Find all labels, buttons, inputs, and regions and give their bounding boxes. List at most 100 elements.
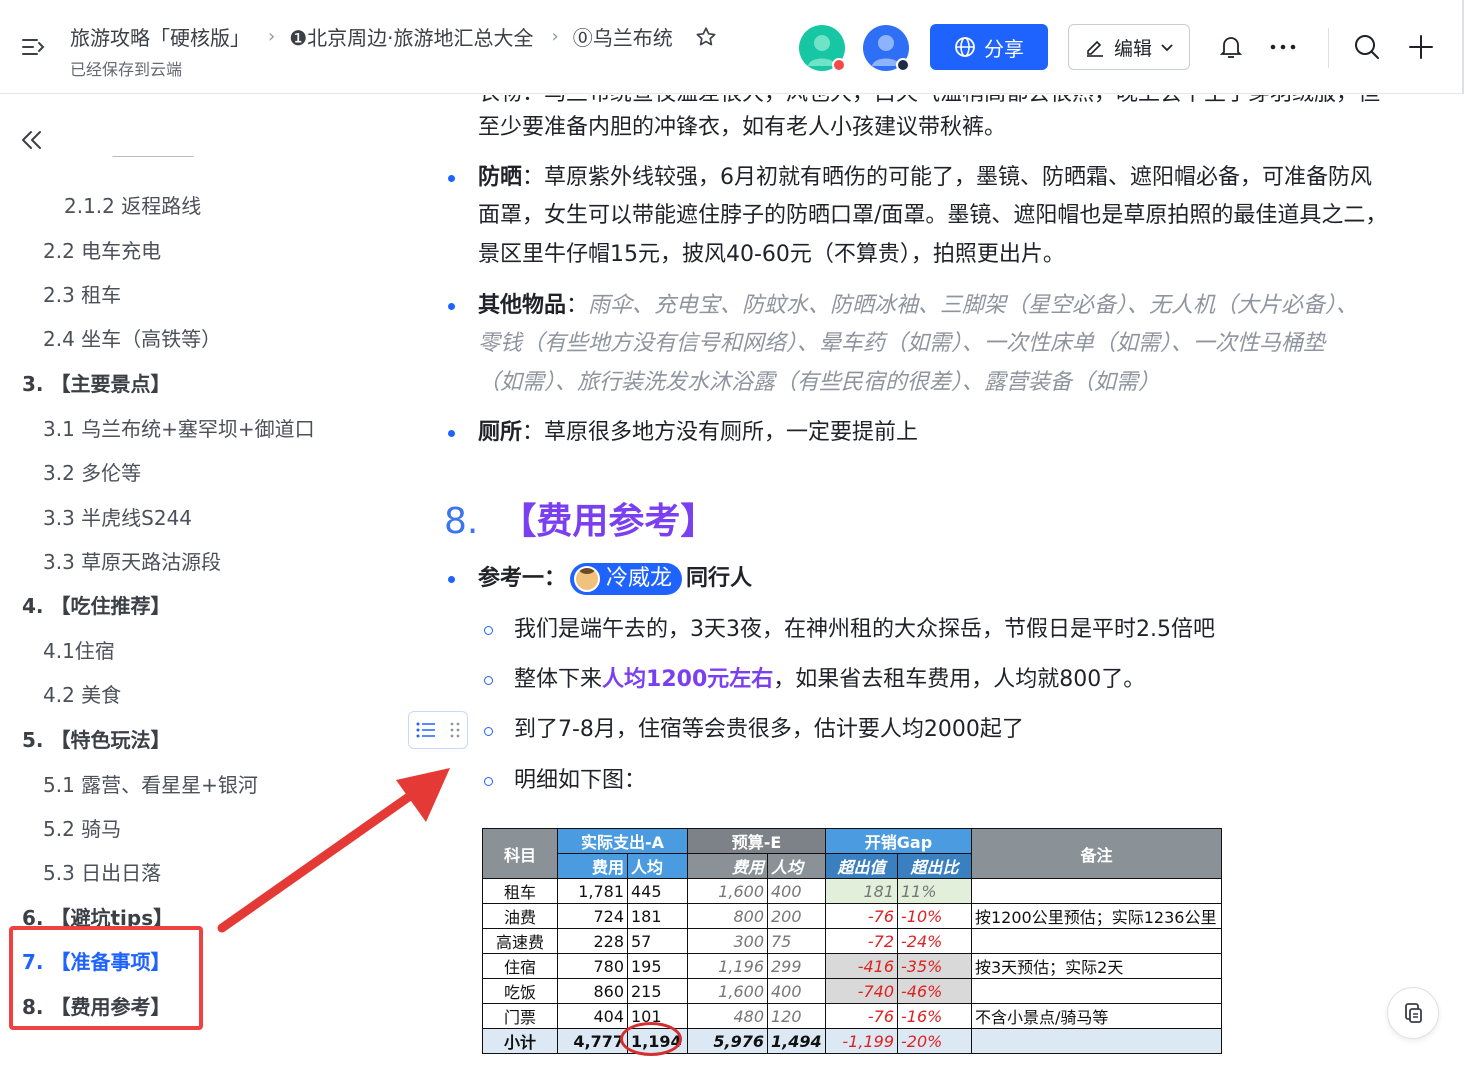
table-cell: 吃饭: [482, 978, 558, 1004]
table-cell: 181: [627, 903, 688, 929]
bullet-dot: [448, 303, 455, 310]
plus-icon[interactable]: [1406, 32, 1436, 62]
breadcrumb-item[interactable]: 旅游攻略「硬核版」: [70, 22, 250, 51]
breadcrumb: 旅游攻略「硬核版」 › ❶北京周边·旅游地汇总大全 › ⓪乌兰布统: [70, 22, 717, 51]
toc-item[interactable]: 2.1.2 返程路线: [64, 190, 201, 219]
table-cell: 租车: [482, 878, 558, 904]
toc-item[interactable]: 2.2 电车充电: [43, 235, 161, 264]
sub-bullet: [484, 727, 493, 736]
table-cell: -46%: [897, 978, 972, 1004]
table-header: 超出值: [825, 853, 898, 879]
more-icon[interactable]: [1268, 32, 1298, 62]
paragraph-line: 其他物品：雨伞、充电宝、防蚊水、防晒冰袖、三脚架（星空必备）、无人机（大片必备）…: [478, 293, 1359, 318]
cost-table-image: 科目 实际支出-A 预算-E 开销Gap 备注 费用 人均 费用 人均 超出值 …: [482, 828, 1222, 1054]
table-cell: 445: [627, 878, 688, 904]
bell-icon[interactable]: [1216, 32, 1246, 62]
chevron-right-icon: ›: [551, 26, 559, 47]
table-cell: 300: [687, 928, 768, 954]
toc-clipped-item: [112, 156, 194, 166]
paragraph-line: 零钱（有些地方没有信号和网络）、晕车药（如需）、一次性床单（如需）、一次性马桶垫: [478, 331, 1326, 356]
table-cell: 小计: [482, 1028, 558, 1054]
table-cell: 195: [627, 953, 688, 979]
toc-item[interactable]: 2.3 租车: [43, 279, 121, 308]
menu-icon[interactable]: [20, 34, 46, 60]
breadcrumb-item[interactable]: ❶北京周边·旅游地汇总大全: [289, 22, 533, 51]
table-header: 费用: [687, 853, 768, 879]
table-cell: 11%: [897, 878, 972, 904]
table-header: 超出比: [897, 853, 972, 879]
table-cell: -416: [825, 953, 898, 979]
table-cell: 57: [627, 928, 688, 954]
red-arrow-annotation: [217, 768, 450, 933]
toc-item[interactable]: 4. 【吃住推荐】: [22, 590, 170, 619]
chevron-right-icon: ›: [268, 26, 276, 47]
table-cell: 1,196: [687, 953, 768, 979]
table-cell: -76: [825, 1003, 898, 1029]
toc-item[interactable]: 4.1住宿: [43, 635, 115, 664]
table-header: 人均: [767, 853, 826, 879]
copy-button[interactable]: [1387, 987, 1439, 1039]
avatar[interactable]: [798, 24, 846, 72]
toc-item[interactable]: 2.4 坐车（高铁等）: [43, 323, 221, 352]
bullet-dot: [448, 576, 455, 583]
table-cell: 1,600: [687, 878, 768, 904]
table-cell: 5,976: [687, 1028, 768, 1054]
table-cell: 1,781: [557, 878, 628, 904]
toc-item[interactable]: 3.3 草原天路沽源段: [43, 546, 221, 575]
table-cell: 299: [767, 953, 826, 979]
table-cell: 120: [767, 1003, 826, 1029]
bullet-dot: [448, 175, 455, 182]
table-header: 科目: [482, 828, 558, 879]
table-cell: -740: [825, 978, 898, 1004]
table-cell: 门票: [482, 1003, 558, 1029]
table-cell: -35%: [897, 953, 972, 979]
search-icon[interactable]: [1352, 32, 1382, 62]
table-row: 吃饭 860 215 1,600 400 -740 -46%: [482, 978, 1222, 1004]
toc-item[interactable]: 3. 【主要景点】: [22, 368, 170, 397]
paragraph-line: 明细如下图：: [514, 768, 647, 793]
toc-item[interactable]: 5.3 日出日落: [43, 857, 161, 886]
table-header: 人均: [627, 853, 688, 879]
toc-item[interactable]: 5.2 骑马: [43, 813, 121, 842]
collapse-sidebar-icon[interactable]: [18, 126, 46, 154]
toc-item[interactable]: 3.3 半虎线S244: [43, 502, 192, 531]
edit-button[interactable]: 编辑: [1068, 24, 1190, 70]
paragraph-line: 面罩，女生可以带能遮住脖子的防晒口罩/面罩。墨镜、遮阳帽也是草原拍照的最佳道具之…: [478, 203, 1388, 228]
paragraph-line: （如需）、旅行装洗发水沐浴露（有些民宿的很差）、露营装备（如需）: [478, 370, 1161, 395]
toc-item[interactable]: 5. 【特色玩法】: [22, 724, 170, 753]
toc-item[interactable]: 3.1 乌兰布统+塞罕坝+御道口: [43, 413, 315, 442]
table-header: 备注: [971, 828, 1222, 879]
table-total-row: 小计 4,777 1,194 5,976 1,494 -1,199 -20%: [482, 1028, 1222, 1054]
table-cell: 228: [557, 928, 628, 954]
table-cell: 高速费: [482, 928, 558, 954]
table-cell: [971, 978, 1222, 1004]
block-handle[interactable]: [408, 711, 468, 749]
paragraph-line: 整体下来人均1200元左右，如果省去租车费用，人均就800了。: [514, 667, 1146, 692]
table-cell: [971, 928, 1222, 954]
list-icon: [416, 722, 435, 738]
paragraph-line: 至少要准备内胆的冲锋衣，如有老人小孩建议带秋裤。: [478, 115, 1007, 140]
table-cell: 按3天预估；实际2天: [971, 953, 1222, 979]
star-icon[interactable]: [695, 26, 717, 48]
sub-bullet: [484, 676, 493, 685]
toc-item[interactable]: 3.2 多伦等: [43, 457, 141, 486]
table-cell: -72: [825, 928, 898, 954]
table-cell: 780: [557, 953, 628, 979]
table-cell: [971, 1028, 1222, 1054]
table-cell: 住宿: [482, 953, 558, 979]
table-row: 门票 404 101 480 120 -76 -16% 不含小景点/骑马等: [482, 1003, 1222, 1029]
table-cell: 724: [557, 903, 628, 929]
breadcrumb-item[interactable]: ⓪乌兰布统: [573, 22, 673, 51]
user-mention[interactable]: 冷威龙: [570, 563, 683, 595]
avatar[interactable]: [862, 24, 910, 72]
chevron-down-icon: [1161, 44, 1173, 52]
table-row: 租车 1,781 445 1,600 400 181 11%: [482, 878, 1222, 904]
user-avatar-icon: [574, 566, 601, 592]
copy-icon: [1405, 1003, 1422, 1023]
globe-icon: [955, 37, 975, 57]
table-cell: 1,600: [687, 978, 768, 1004]
table-cell: 4,777: [557, 1028, 628, 1054]
table-cell: -76: [825, 903, 898, 929]
toc-item[interactable]: 4.2 美食: [43, 679, 121, 708]
share-button[interactable]: 分享: [930, 24, 1048, 70]
